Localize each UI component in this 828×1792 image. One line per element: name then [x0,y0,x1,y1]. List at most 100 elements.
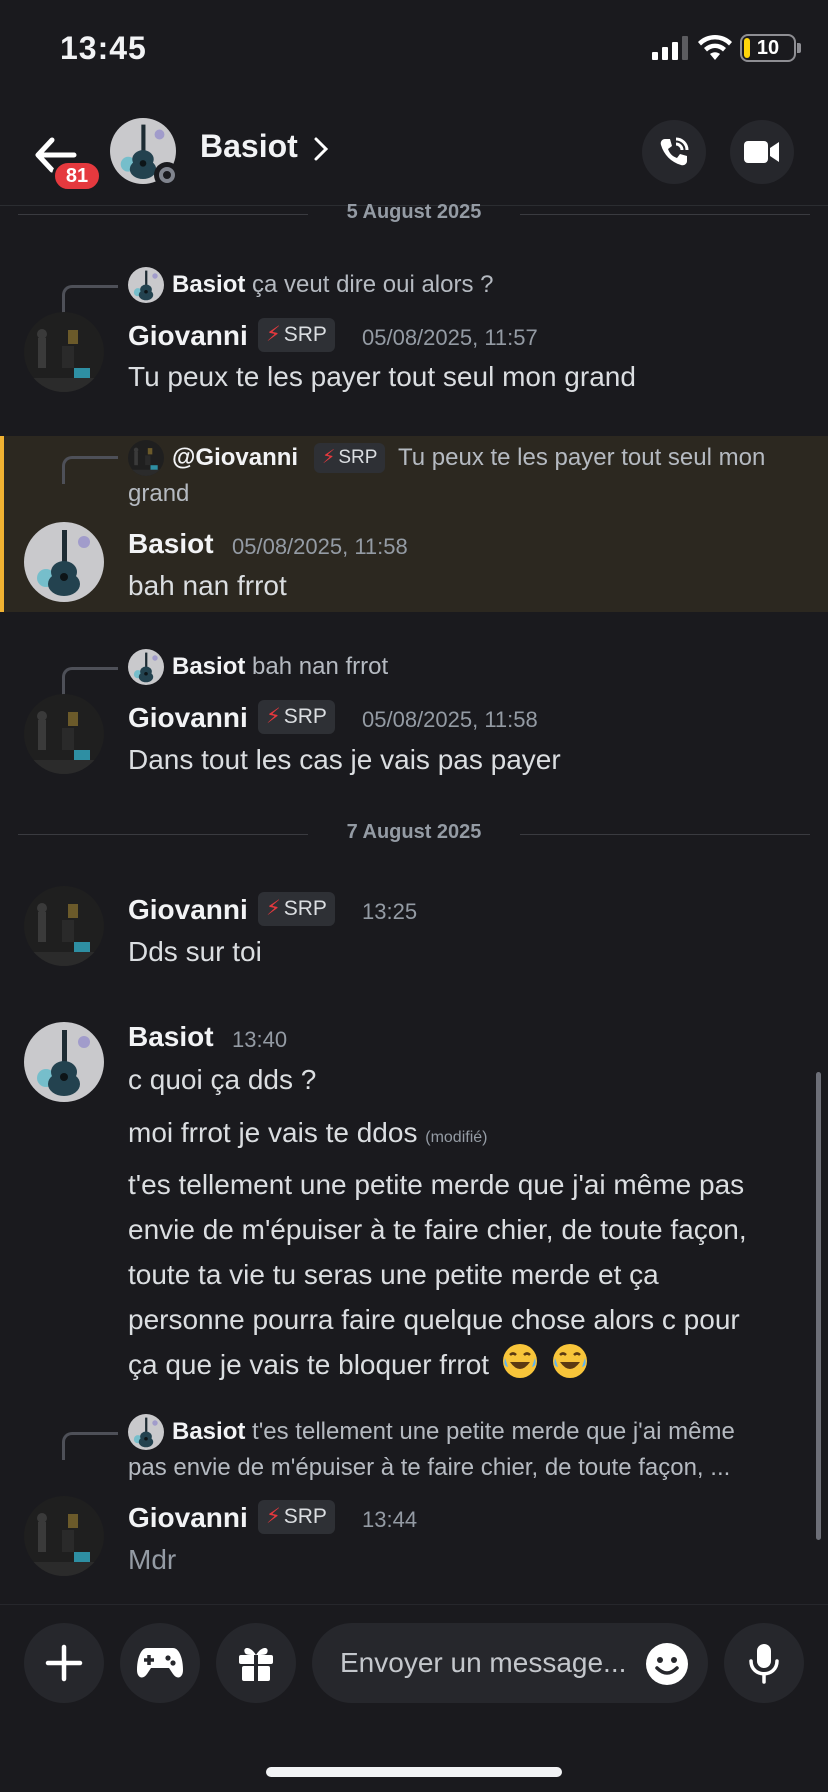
avatar[interactable] [24,1022,104,1102]
tag-label: SRP [283,705,327,728]
message-text: t'es tellement une petite merde que j'ai… [128,1162,747,1387]
tag-label: SRP [338,447,378,468]
reply-text[interactable]: grand [128,476,189,512]
scrollbar[interactable] [816,1072,821,1540]
reply-preview[interactable]: Basiot ça veut dire oui alors ? [172,267,494,303]
message-text: Tu peux te les payer tout seul mon grand [128,361,636,392]
message-author[interactable]: Giovanni [128,702,248,734]
message-timestamp: 05/08/2025, 11:57 [362,325,538,350]
status-time: 13:45 [60,30,147,66]
message-line: personne pourra faire quelque chose alor… [128,1304,740,1335]
reply-connector [62,667,118,695]
reply-avatar [128,440,164,476]
message-timestamp: 13:25 [362,899,418,924]
message-line: envie de m'épuiser à te faire chier, de … [128,1214,747,1245]
reply-avatar [128,267,164,303]
battery-level: 10 [756,37,780,59]
server-tag[interactable]: ⚡ SRP [258,700,335,734]
reply-connector [62,1432,118,1460]
signal-icon [652,36,688,60]
reply-preview[interactable]: Basiot bah nan frrot [172,649,388,685]
date-divider: 5 August 2025 [18,201,810,223]
reply-text[interactable]: Tu peux te les payer tout seul mon [398,440,765,476]
tag-label: SRP [283,897,327,920]
phone-call-icon [660,137,689,166]
add-attachment-button[interactable] [24,1623,104,1703]
call-button[interactable] [642,120,706,184]
message-text: Dans tout les cas je vais pas payer [128,744,561,775]
message-input[interactable] [340,1623,640,1703]
gift-icon [239,1648,273,1681]
avatar[interactable] [24,694,104,774]
video-call-button[interactable] [730,120,794,184]
reply-author: Basiot [172,271,246,298]
server-tag[interactable]: ⚡ SRP [258,892,335,926]
message-author[interactable]: Giovanni [128,320,248,352]
battery-nub [797,43,801,53]
home-indicator[interactable] [266,1767,562,1777]
tag-label: SRP [283,1505,327,1528]
server-tag[interactable]: ⚡ SRP [258,318,335,352]
battery-icon: 10 [740,34,796,62]
video-camera-icon [744,141,779,163]
message-line: moi frrot je vais te ddos [128,1117,418,1148]
voice-message-button[interactable] [724,1623,804,1703]
reply-preview[interactable]: Basiot t'es tellement une petite merde q… [172,1414,735,1450]
avatar[interactable] [24,886,104,966]
wifi-icon [698,34,732,60]
server-tag[interactable]: ⚡ SRP [258,1500,335,1534]
message-text: c quoi ça dds ? [128,1064,317,1095]
reply-author[interactable]: @Giovanni [172,440,298,476]
reply-text: bah nan frrot [252,653,389,680]
date-label: 5 August 2025 [346,201,482,223]
message-timestamp: 13:40 [232,1027,288,1052]
activities-button[interactable] [120,1623,200,1703]
offline-status-icon [154,162,180,188]
gift-button[interactable] [216,1623,296,1703]
message-text: bah nan frrot [128,570,287,601]
edited-label: (modifié) [425,1129,488,1146]
server-tag[interactable]: ⚡ SRP [314,443,386,473]
date-label: 7 August 2025 [346,821,482,843]
avatar[interactable] [24,312,104,392]
chat-header: 81 Basiot [0,100,828,206]
message-timestamp: 13:44 [362,1507,418,1532]
reply-connector [62,456,118,484]
message-input-container [312,1623,708,1703]
chevron-right-icon[interactable] [312,136,330,162]
tag-label: SRP [283,323,327,346]
message-author[interactable]: Giovanni [128,894,248,926]
message-text: Mdr [128,1544,177,1575]
reply-text: t'es tellement une petite merde que j'ai… [252,1418,735,1445]
emoji-smile-icon[interactable] [644,1641,690,1687]
plus-icon [45,1644,83,1682]
message-line: toute ta vie tu seras une petite merde e… [128,1259,659,1290]
date-divider: 7 August 2025 [18,821,810,843]
avatar[interactable] [24,522,104,602]
avatar[interactable] [24,1496,104,1576]
message-line: ça que je vais te bloquer frrot [128,1342,747,1387]
message-author[interactable]: Basiot [128,1021,214,1053]
unread-badge: 81 [52,160,102,192]
reply-connector [62,285,118,313]
gamepad-icon [137,1648,183,1678]
reply-avatar [128,649,164,685]
message-text: Dds sur toi [128,936,262,967]
message-timestamp: 05/08/2025, 11:58 [362,707,538,732]
microphone-icon [749,1644,779,1684]
status-bar: 13:45 10 [0,0,828,100]
reply-text: ça veut dire oui alors ? [252,271,494,298]
reply-author: Basiot [172,653,246,680]
reply-author: Basiot [172,1418,246,1445]
message-line: t'es tellement une petite merde que j'ai… [128,1169,745,1200]
laughing-emoji-icon [552,1344,587,1378]
message-author[interactable]: Giovanni [128,1502,248,1534]
message-text: moi frrot je vais te ddos (modifié) [128,1112,487,1159]
message-author[interactable]: Basiot [128,528,214,560]
laughing-emoji-icon [502,1344,537,1378]
channel-name[interactable]: Basiot [200,128,298,165]
reply-mention: @Giovanni [172,444,299,471]
reply-avatar [128,1414,164,1450]
reply-text[interactable]: pas envie de m'épuiser à te faire chier,… [128,1450,730,1486]
message-timestamp: 05/08/2025, 11:58 [232,534,408,559]
